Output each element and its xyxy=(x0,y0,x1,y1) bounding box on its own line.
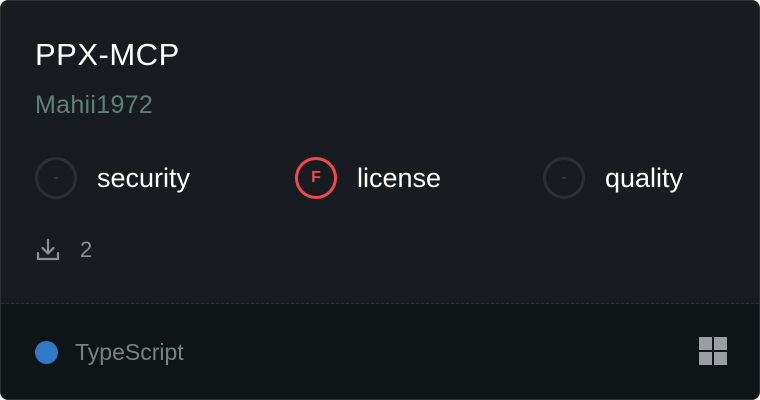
download-count: 2 xyxy=(80,237,93,262)
download-icon xyxy=(36,238,60,261)
card-header: PPX-MCP Mahii1972 - security F license -… xyxy=(1,1,759,303)
score-license: F license xyxy=(295,155,441,201)
score-license-grade: F xyxy=(295,157,337,199)
card-author[interactable]: Mahii1972 xyxy=(35,91,153,120)
score-security: - security xyxy=(35,155,190,201)
score-quality-grade: - xyxy=(543,157,585,199)
download-stats: 2 xyxy=(35,235,92,265)
language-color-dot xyxy=(35,340,58,364)
card-title[interactable]: PPX-MCP xyxy=(35,37,180,73)
score-quality: - quality xyxy=(543,155,683,201)
language-tag: TypeScript xyxy=(35,337,184,367)
language-name: TypeScript xyxy=(75,338,184,365)
card-footer: TypeScript xyxy=(1,304,759,399)
score-quality-label: quality xyxy=(605,162,684,193)
score-security-grade: - xyxy=(35,157,77,199)
score-license-label: license xyxy=(357,162,442,193)
server-card[interactable]: PPX-MCP Mahii1972 - security F license -… xyxy=(0,0,760,400)
score-security-label: security xyxy=(97,162,191,193)
grid-icon[interactable] xyxy=(699,337,727,365)
